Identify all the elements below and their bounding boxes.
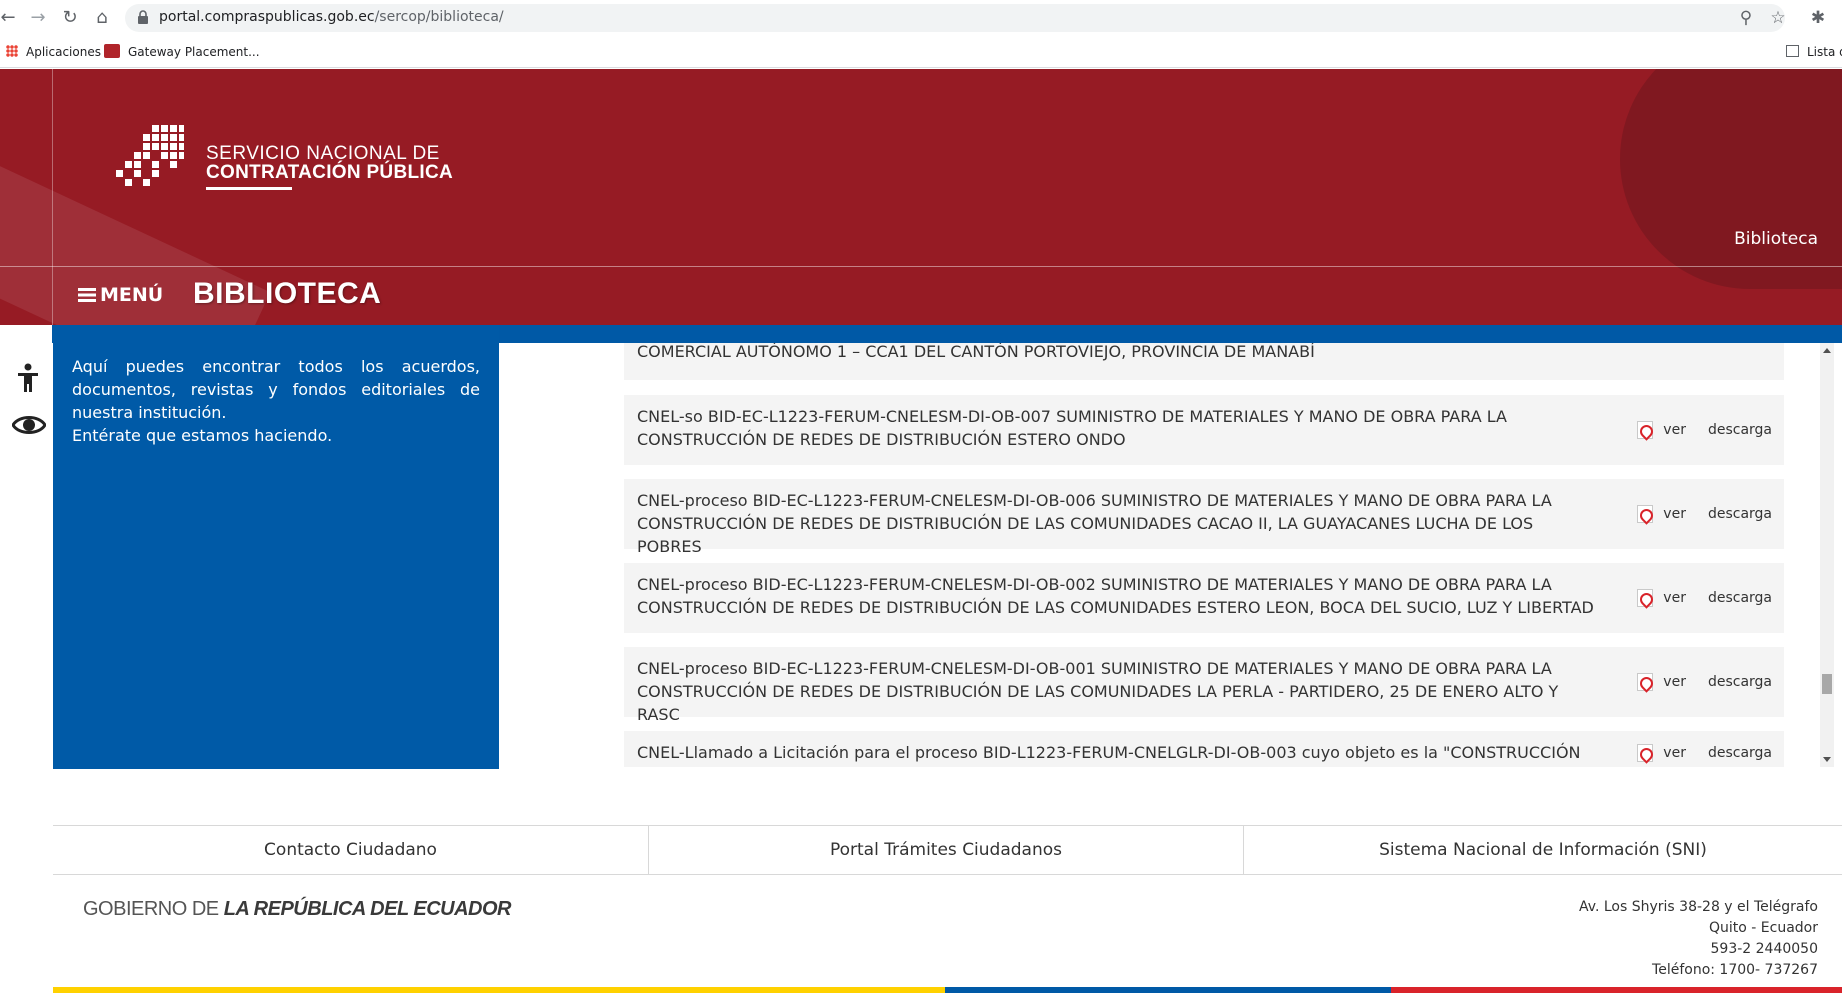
document-item: CNEL-proceso BID-EC-L1223-FERUM-CNELESM-… xyxy=(624,647,1784,724)
accessibility-icon[interactable] xyxy=(12,362,44,394)
view-link[interactable]: ver xyxy=(1663,674,1686,690)
bookmark-gateway[interactable]: Gateway Placement... xyxy=(104,43,260,61)
breadcrumb-biblioteca[interactable]: Biblioteca xyxy=(1734,229,1818,249)
logo-text-line2: CONTRATACIÓN PÚBLICA xyxy=(206,162,453,183)
download-link[interactable]: descarga xyxy=(1708,422,1772,438)
url-text: portal.compraspublicas.gob.ec/sercop/bib… xyxy=(159,9,504,25)
view-link[interactable]: ver xyxy=(1663,590,1686,606)
menu-button[interactable]: MENÚ xyxy=(78,284,163,306)
apps-grid-icon xyxy=(6,45,18,57)
document-title: CNEL-Llamado a Licitación para el proces… xyxy=(637,743,1581,767)
pdf-icon xyxy=(1637,744,1654,762)
scroll-thumb[interactable] xyxy=(1822,674,1832,694)
back-arrow-icon[interactable]: ← xyxy=(0,6,20,30)
download-link[interactable]: descarga xyxy=(1708,745,1772,761)
scroll-up-icon[interactable] xyxy=(1823,348,1831,353)
zoom-icon[interactable]: ⚲ xyxy=(1734,6,1758,30)
footer-link-contacto[interactable]: Contacto Ciudadano xyxy=(53,826,648,875)
address-line: 593-2 2440050 xyxy=(1710,941,1818,957)
extensions-icon[interactable]: ✱ xyxy=(1806,6,1830,30)
info-description: Aquí puedes encontrar todos los acuerdos… xyxy=(72,357,480,422)
pdf-icon xyxy=(1637,589,1654,607)
document-actions: ver descarga xyxy=(1637,563,1772,633)
footer-address: Av. Los Shyris 38-28 y el Telégrafo Quit… xyxy=(1579,897,1818,981)
logo-mark-icon xyxy=(116,125,184,186)
document-item: CNEL-Llamado a Licitación para el proces… xyxy=(624,731,1784,767)
document-title: CNEL-so BID-EC-L1223-FERUM-CNELESM-DI-OB… xyxy=(637,407,1507,449)
document-item: CNEL-so BID-EC-L1223-FERUM-CNELESM-DI-OB… xyxy=(624,395,1784,465)
document-actions: ver descarga xyxy=(1637,395,1772,465)
star-icon[interactable]: ☆ xyxy=(1766,6,1790,30)
view-link[interactable]: ver xyxy=(1663,745,1686,761)
download-link[interactable]: descarga xyxy=(1708,674,1772,690)
download-link[interactable]: descarga xyxy=(1708,590,1772,606)
reload-icon[interactable]: ↻ xyxy=(58,6,82,30)
header-divider-horizontal xyxy=(0,266,1842,267)
eye-icon[interactable] xyxy=(12,410,46,440)
view-link[interactable]: ver xyxy=(1663,422,1686,438)
document-list-scrollbar[interactable] xyxy=(1820,343,1834,767)
bookmark-apps[interactable]: Aplicaciones xyxy=(6,43,101,61)
address-line: Quito - Ecuador xyxy=(1709,920,1818,936)
pdf-icon xyxy=(1637,421,1654,439)
address-line: Teléfono: 1700- 737267 xyxy=(1652,962,1818,978)
reading-list[interactable]: Lista d xyxy=(1786,43,1842,61)
footer-link-tramites[interactable]: Portal Trámites Ciudadanos xyxy=(649,826,1243,875)
forward-arrow-icon[interactable]: → xyxy=(26,6,50,30)
document-item: CNEL-proceso BID-EC-L1223-FERUM-CNELESM-… xyxy=(624,479,1784,556)
home-icon[interactable]: ⌂ xyxy=(90,6,114,30)
document-title: CNEL-proceso BID-EC-L1223-FERUM-CNELESM-… xyxy=(637,575,1594,617)
document-item: CNEL-proceso BID-EC-L1223-FERUM-CNELESM-… xyxy=(624,563,1784,633)
view-link[interactable]: ver xyxy=(1663,506,1686,522)
document-title: CNEL-proceso BID-EC-L1223-FERUM-CNELESM-… xyxy=(637,491,1552,556)
lock-icon xyxy=(138,10,148,24)
document-title: CNEL-proceso BID-EC-L1223-FERUM-CNELESM-… xyxy=(637,659,1559,724)
government-logo[interactable]: GOBIERNO DE LA REPÚBLICA DEL ECUADOR xyxy=(83,898,511,921)
document-actions: ver descarga xyxy=(1637,343,1772,362)
document-actions: ver descarga xyxy=(1637,647,1772,717)
header-divider-vertical xyxy=(52,69,53,325)
hamburger-icon xyxy=(78,288,96,302)
logo-underline xyxy=(206,187,292,190)
address-bar[interactable]: portal.compraspublicas.gob.ec/sercop/bib… xyxy=(125,4,1785,32)
flag-red xyxy=(1391,987,1842,993)
site-header: SERVICIO NACIONAL DE CONTRATACIÓN PÚBLIC… xyxy=(0,69,1842,325)
page-title: BIBLIOTECA xyxy=(193,277,382,310)
footer-links: Contacto Ciudadano Portal Trámites Ciuda… xyxy=(53,825,1842,875)
flag-color-bar xyxy=(53,987,1842,993)
pdf-icon xyxy=(1637,673,1654,691)
flag-blue xyxy=(945,987,1391,993)
info-panel: Aquí puedes encontrar todos los acuerdos… xyxy=(53,325,499,769)
address-line: Av. Los Shyris 38-28 y el Telégrafo xyxy=(1579,899,1818,915)
sercop-logo[interactable]: SERVICIO NACIONAL DE CONTRATACIÓN PÚBLIC… xyxy=(116,125,456,195)
document-actions: ver descarga xyxy=(1637,479,1772,549)
flag-yellow xyxy=(53,987,945,993)
document-list: COMERCIAL AUTÓNOMO 1 – CCA1 DEL CANTÓN P… xyxy=(624,343,1784,767)
header-decoration xyxy=(1620,69,1842,289)
pdf-icon xyxy=(1637,505,1654,523)
bookmarks-bar: Aplicaciones Gateway Placement... Lista … xyxy=(0,36,1842,68)
document-actions: ver descarga xyxy=(1637,731,1772,767)
download-link[interactable]: descarga xyxy=(1708,506,1772,522)
reading-list-icon xyxy=(1786,45,1799,57)
scroll-down-icon[interactable] xyxy=(1823,757,1831,762)
document-item: COMERCIAL AUTÓNOMO 1 – CCA1 DEL CANTÓN P… xyxy=(624,343,1784,380)
footer-link-sni[interactable]: Sistema Nacional de Información (SNI) xyxy=(1244,826,1842,875)
info-tagline: Entérate que estamos haciendo. xyxy=(72,426,333,445)
document-title: COMERCIAL AUTÓNOMO 1 – CCA1 DEL CANTÓN P… xyxy=(637,343,1315,361)
browser-toolbar: ← → ↻ ⌂ portal.compraspublicas.gob.ec/se… xyxy=(0,0,1842,36)
gateway-logo-icon xyxy=(104,44,120,58)
